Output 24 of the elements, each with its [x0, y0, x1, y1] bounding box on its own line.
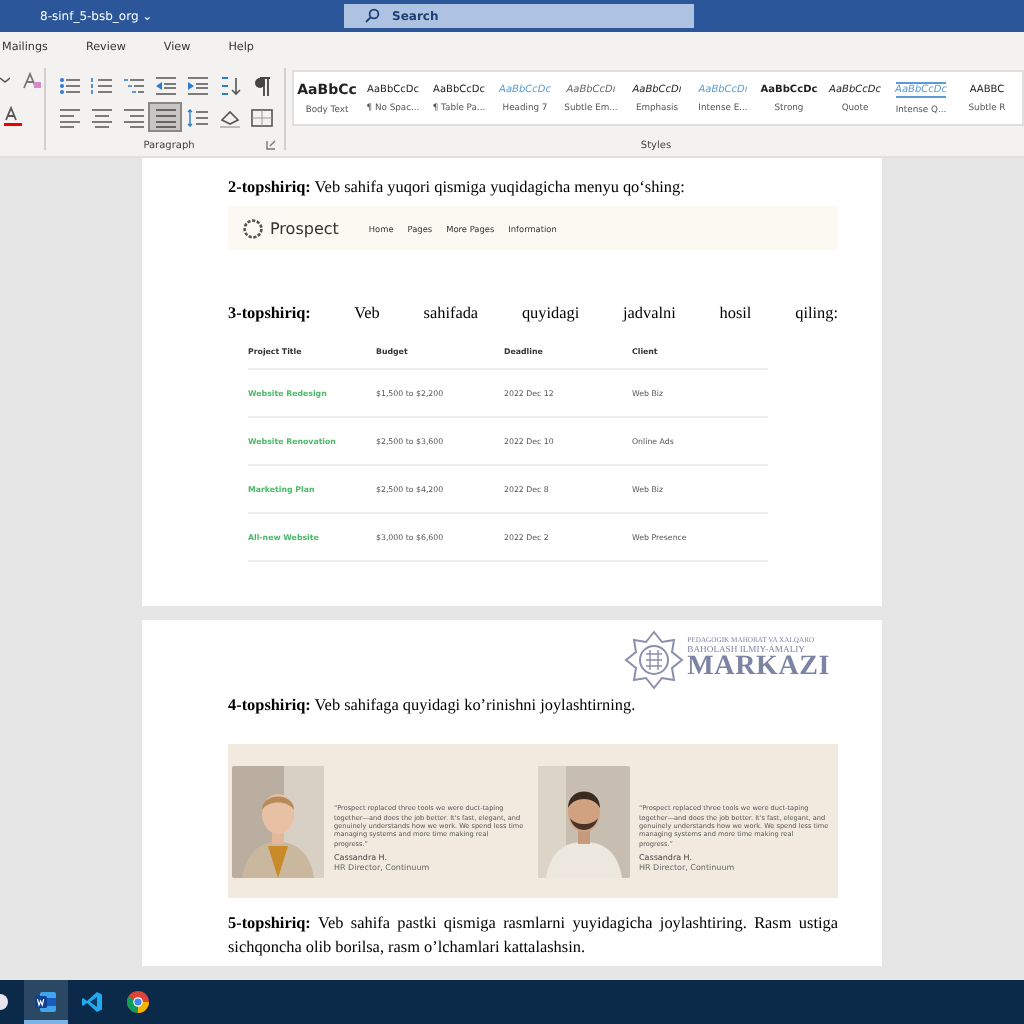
- spacing-button[interactable]: [182, 104, 212, 130]
- numbering-button[interactable]: [86, 72, 116, 98]
- outdent-button[interactable]: [150, 72, 180, 98]
- dialog-launcher-icon[interactable]: [266, 140, 276, 150]
- caret-icon: [0, 76, 10, 84]
- task-text: 5-topshiriq: Veb sahifa pastki qismiga rasmlarni yuyidagicha joylashtiring. Rasm ustiga sichqoncha olib borilsa, rasm o’lchamlari kattalashsin.: [228, 912, 838, 959]
- logo-text: MARKAZI: [687, 654, 830, 683]
- task-text: 2-topshiriq: Veb sahifa yuqori qismiga yuqidagicha menyu qo‘shing:: [228, 176, 687, 199]
- align-center-button[interactable]: [86, 104, 116, 130]
- borders-button[interactable]: [246, 104, 276, 130]
- align-right-button[interactable]: [118, 104, 148, 130]
- flower-logo-icon: [242, 217, 264, 240]
- justify-button[interactable]: [150, 104, 180, 130]
- align-left-button[interactable]: [54, 104, 84, 130]
- brand-name: Prospect: [270, 219, 339, 238]
- clear-formatting-icon: [22, 72, 42, 90]
- emblem-icon: [623, 630, 684, 690]
- task-text: 4-topshiriq: Veb sahifaga quyidagi ko’rinishni joylashtirning.: [228, 694, 638, 717]
- bullets-button[interactable]: [54, 72, 84, 98]
- app-icon[interactable]: [0, 994, 8, 1010]
- task-text: 3-topshiriq: Veb sahifada quyidagi jadvalni hosil qiling:: [228, 302, 838, 326]
- indent-button[interactable]: [182, 72, 212, 98]
- word-app-icon[interactable]: [24, 980, 68, 1024]
- font-color-icon: [4, 106, 22, 126]
